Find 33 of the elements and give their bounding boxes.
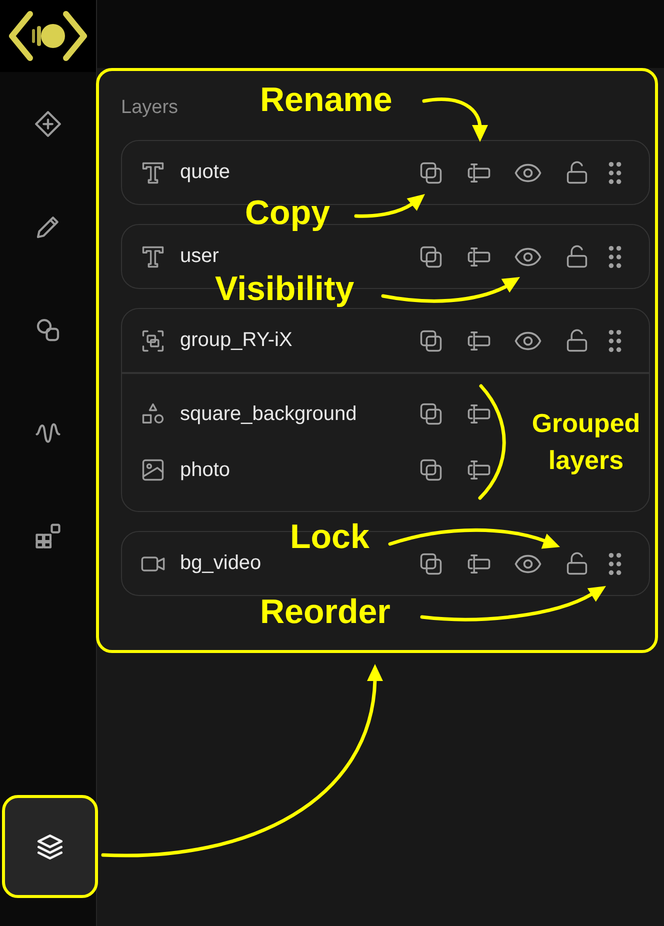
annotation-arrow <box>354 194 425 218</box>
annotation-label: Grouped layers <box>530 407 642 477</box>
widgets-icon <box>33 520 63 550</box>
layer-name: bg_video <box>180 552 262 575</box>
logo-icon <box>8 10 88 62</box>
annotation-label: Rename <box>260 80 392 120</box>
drag-handle-icon[interactable] <box>608 244 622 270</box>
layer-name: photo <box>180 458 230 482</box>
copy-icon[interactable] <box>418 457 444 483</box>
layers-button[interactable] <box>2 795 98 898</box>
text-icon <box>140 160 166 186</box>
layer-name: group_RY-iX <box>180 329 292 352</box>
text-icon <box>140 244 166 270</box>
drag-handle-icon[interactable] <box>608 550 622 576</box>
group-icon <box>140 328 166 354</box>
copy-icon[interactable] <box>418 328 444 354</box>
drag-handle-icon[interactable] <box>608 328 622 354</box>
unlock-icon[interactable] <box>564 160 590 186</box>
copy-icon[interactable] <box>418 550 444 576</box>
layer-name: user <box>180 245 219 268</box>
annotation-arrow <box>422 98 488 142</box>
panel-title: Layers <box>121 97 178 119</box>
unlock-icon[interactable] <box>564 244 590 270</box>
copy-icon[interactable] <box>418 160 444 186</box>
copy-icon[interactable] <box>418 244 444 270</box>
image-icon <box>140 457 166 483</box>
layer-name: square_background <box>180 402 357 426</box>
unlock-icon[interactable] <box>564 550 590 576</box>
unlock-icon[interactable] <box>564 328 590 354</box>
add-icon <box>33 108 63 138</box>
drag-handle-icon[interactable] <box>608 160 622 186</box>
copy-icon[interactable] <box>418 401 444 427</box>
layer-name: quote <box>180 161 230 184</box>
